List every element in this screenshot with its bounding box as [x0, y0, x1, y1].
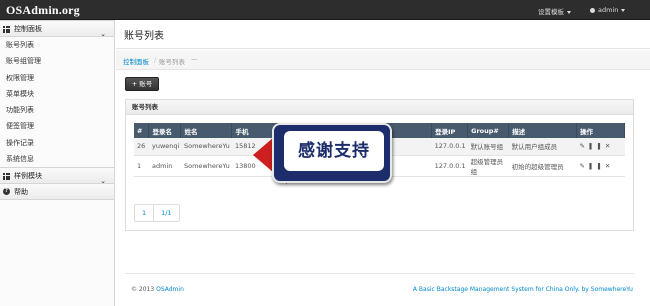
sidebar-item-permissions[interactable]: 权限管理 — [0, 70, 114, 86]
sidebar-section-control-panel[interactable]: 控制面板 ⌄ — [0, 20, 114, 38]
sidebar-item-menu-modules[interactable]: 菜单模块 — [0, 86, 114, 102]
chevron-down-icon: ⌄ — [100, 30, 106, 38]
row-actions: ✎❚❚✕ — [576, 138, 625, 156]
copyright-text: © 2013 — [131, 286, 155, 293]
sidebar-item-notes[interactable]: 便签管理 — [0, 118, 114, 134]
thanks-text: 感谢支持 — [284, 131, 384, 171]
table-cell: SomewhereYu — [180, 155, 232, 177]
sidebar-section-sample-module[interactable]: 样例模块 ⌄ — [0, 167, 114, 185]
column-header: 登录IP — [431, 123, 469, 138]
caret-down-icon — [567, 10, 571, 14]
sidebar: 控制面板 ⌄ 账号列表 账号组管理 权限管理 菜单模块 功能列表 便签管理 操作… — [0, 20, 115, 306]
panel-title: 账号列表 — [126, 100, 633, 115]
delete-icon[interactable]: ✕ — [605, 142, 613, 150]
sidebar-item-account-groups[interactable]: 账号组管理 — [0, 53, 114, 69]
delete-icon[interactable]: ✕ — [605, 162, 613, 170]
table-cell: admin — [148, 155, 181, 177]
page-indicator[interactable]: 1/1 — [153, 205, 178, 221]
tagline-text: A Basic Backstage Management System for … — [412, 286, 589, 293]
grid-icon — [3, 173, 10, 181]
sidebar-item-account-list[interactable]: 账号列表 — [0, 37, 114, 53]
table-cell: 超级管理员组 — [467, 155, 509, 177]
page-title: 账号列表 — [124, 31, 164, 42]
grid-icon — [3, 26, 10, 33]
column-header: Group# — [467, 123, 510, 138]
pause-icon[interactable]: ❚❚ — [588, 162, 605, 170]
settings-label: 设置模板 — [538, 8, 564, 16]
thanks-badge: 感谢支持 — [272, 123, 392, 183]
breadcrumb-home-link[interactable]: 控制面板 — [123, 56, 149, 66]
help-icon: ? — [3, 188, 10, 196]
settings-dropdown[interactable]: 设置模板 — [538, 6, 571, 16]
breadcrumb-trail: — — [191, 55, 198, 63]
osadmin-link[interactable]: OSAdmin — [156, 286, 184, 293]
table-cell: 默认用户组成员 — [508, 138, 577, 156]
table-cell: 1 — [134, 155, 149, 177]
add-account-button[interactable]: + 账号 — [125, 77, 159, 91]
table-cell: 127.0.0.1 — [431, 138, 468, 156]
table-cell: 127.0.0.1 — [431, 155, 468, 177]
column-header: 操作 — [576, 123, 626, 138]
breadcrumb-separator: / — [154, 56, 157, 64]
column-header: 登录名 — [148, 123, 182, 138]
divider — [116, 48, 650, 49]
table-cell: yuwenqi — [148, 138, 181, 156]
author-link[interactable]: SomewhereYu — [591, 286, 633, 293]
sidebar-item-system-info[interactable]: 系统信息 — [0, 151, 114, 167]
breadcrumb-current: 账号列表 — [159, 58, 185, 66]
row-actions: ✎❚❚✕ — [576, 155, 625, 177]
footer-divider — [125, 273, 634, 274]
pagination: 1 1/1 — [134, 204, 180, 222]
table-cell: 默认账号组 — [467, 138, 509, 156]
brand-logo[interactable]: OSAdmin.org — [6, 3, 80, 18]
breadcrumb: 控制面板 / 账号列表 — — [116, 50, 650, 70]
user-icon — [590, 7, 595, 13]
sidebar-help-label: 帮助 — [14, 188, 28, 197]
sidebar-item-function-list[interactable]: 功能列表 — [0, 102, 114, 118]
sidebar-help[interactable]: ? 帮助 — [0, 184, 114, 201]
column-header: 描述 — [508, 123, 577, 138]
edit-icon[interactable]: ✎ — [579, 142, 587, 150]
sidebar-section-label: 样例模块 — [14, 172, 42, 181]
top-navbar: OSAdmin.org 设置模板 admin — [0, 0, 650, 20]
table-cell: 初始的超级管理员 — [508, 155, 577, 177]
user-dropdown[interactable]: admin — [590, 6, 626, 14]
sidebar-item-operation-log[interactable]: 操作记录 — [0, 135, 114, 151]
column-header: # — [134, 123, 150, 138]
table-cell: SomewhereYu — [180, 138, 232, 156]
caret-down-icon — [621, 8, 626, 12]
edit-icon[interactable]: ✎ — [579, 162, 587, 170]
table-cell: 26 — [134, 138, 149, 156]
sidebar-section-label: 控制面板 — [14, 25, 42, 33]
pause-icon[interactable]: ❚❚ — [588, 142, 605, 150]
page-link-1[interactable]: 1 — [135, 205, 153, 221]
user-label: admin — [598, 6, 619, 14]
column-header: 姓名 — [180, 123, 233, 138]
footer-tagline: A Basic Backstage Management System for … — [413, 286, 633, 293]
footer-copyright: © 2013 OSAdmin — [131, 286, 184, 293]
